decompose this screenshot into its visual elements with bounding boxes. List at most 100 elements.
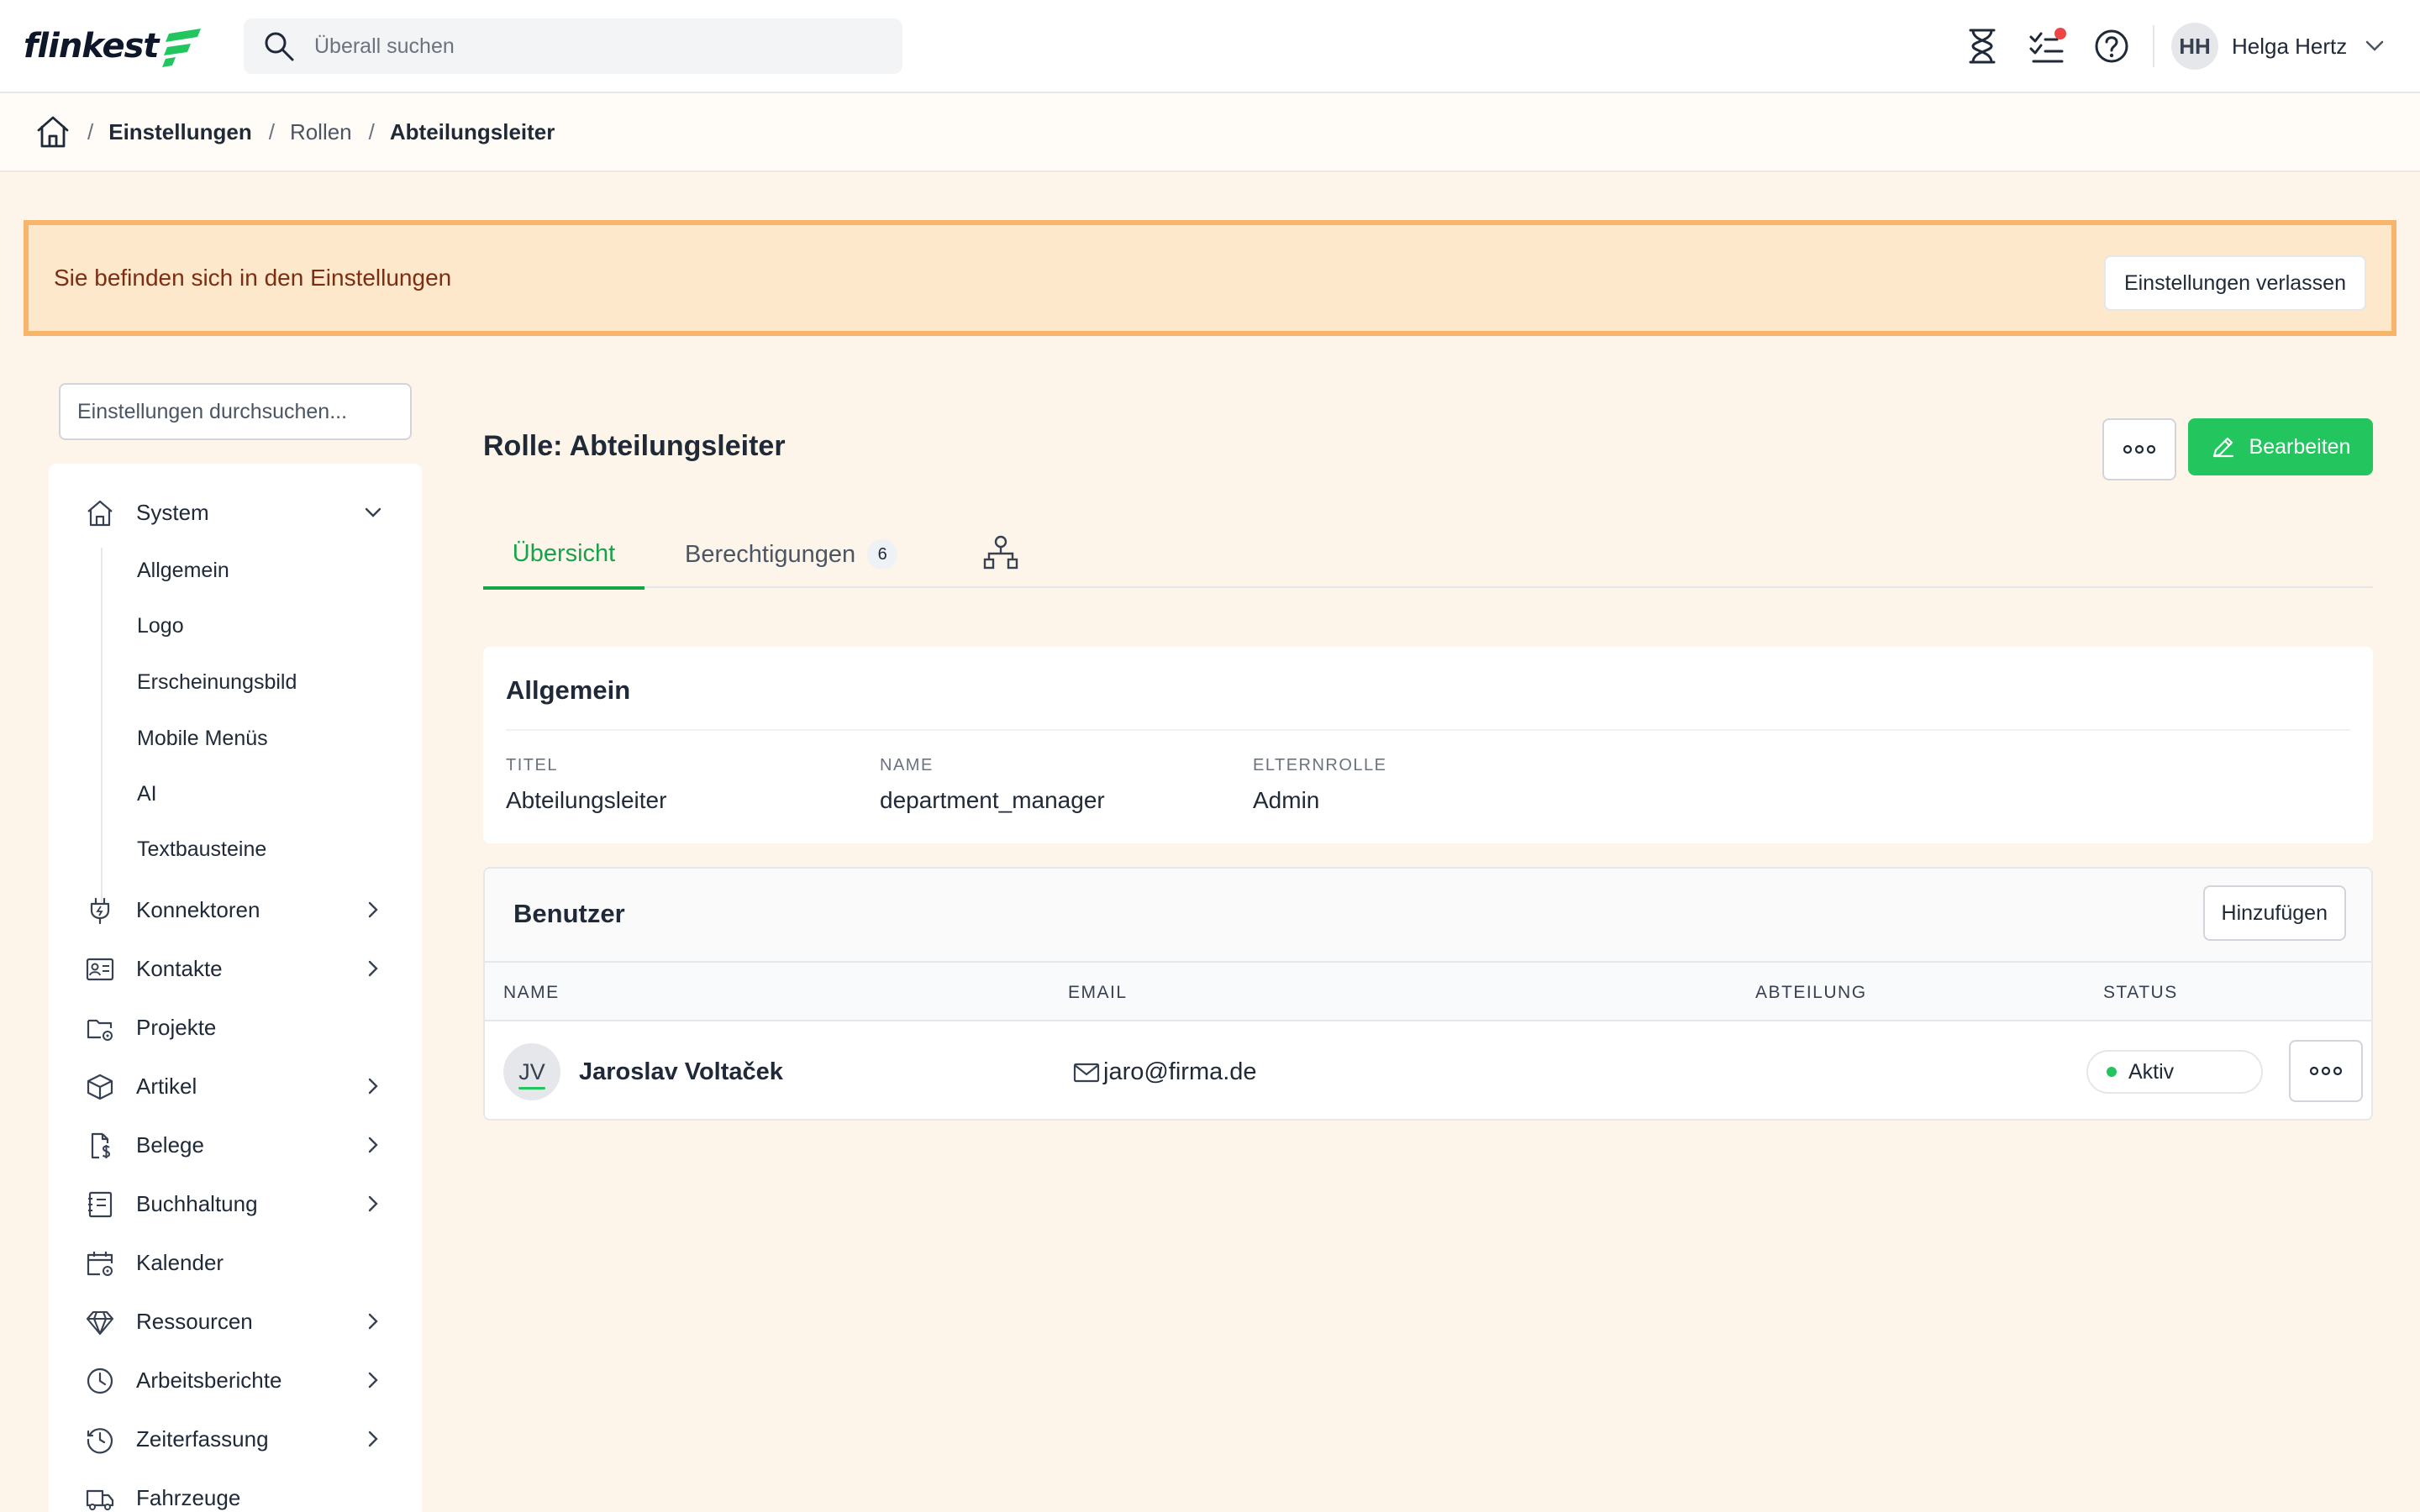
exit-settings-button[interactable]: Einstellungen verlassen	[2103, 255, 2366, 311]
chevron-right-icon	[368, 1137, 378, 1153]
global-search-input[interactable]	[314, 34, 852, 59]
tasks-button[interactable]	[2027, 25, 2069, 67]
sidebar-item-konnektoren[interactable]: Konnektoren	[49, 886, 422, 933]
help-icon	[2095, 29, 2128, 63]
sidebar-item-arbeitsberichte[interactable]: Arbeitsberichte	[49, 1357, 422, 1404]
pencil-icon	[2212, 437, 2233, 458]
users-table-header: NAME EMAIL ABTEILUNG STATUS	[485, 961, 2371, 1021]
column-header-email[interactable]: EMAIL	[1068, 983, 1128, 1003]
tab-permissions[interactable]: Berechtigungen 6	[685, 521, 898, 588]
truck-icon	[86, 1489, 114, 1510]
sidebar-item-label: Artikel	[136, 1073, 197, 1099]
tab-overview[interactable]: Übersicht	[483, 521, 644, 590]
field-value: department_manager	[880, 787, 1105, 813]
chevron-down-icon	[2366, 40, 2384, 51]
avatar-initials: JV	[518, 1058, 545, 1084]
sidebar-item-label: Arbeitsberichte	[136, 1367, 282, 1393]
page-title: Rolle: Abteilungsleiter	[483, 430, 786, 462]
ledger-icon	[88, 1191, 113, 1218]
chevron-down-icon	[365, 507, 381, 517]
sidebar-item-projekte[interactable]: Projekte	[49, 1004, 422, 1051]
avatar-underline	[518, 1087, 545, 1089]
column-header-department[interactable]: ABTEILUNG	[1755, 983, 1867, 1003]
app-logo[interactable]: flinkest	[24, 25, 204, 67]
sidebar-subitem-allgemein[interactable]: Allgemein	[137, 559, 229, 583]
breadcrumb-einstellungen[interactable]: Einstellungen	[108, 119, 251, 145]
sidebar-subitem-mobile-menus[interactable]: Mobile Menüs	[137, 727, 268, 751]
breadcrumb-rollen[interactable]: Rollen	[290, 119, 352, 145]
sidebar-item-zeiterfassung[interactable]: Zeiterfassung	[49, 1415, 422, 1462]
sidebar-subitem-ai[interactable]: AI	[137, 782, 157, 806]
sidebar-item-fahrzeuge[interactable]: Fahrzeuge	[49, 1474, 422, 1512]
user-menu[interactable]: HH Helga Hertz	[2171, 22, 2384, 71]
mail-icon	[1073, 1063, 1100, 1082]
breadcrumb-separator: /	[268, 118, 275, 144]
column-header-status[interactable]: STATUS	[2103, 983, 2178, 1003]
sidebar-item-label: Fahrzeuge	[136, 1484, 241, 1510]
sidebar-item-kontakte[interactable]: Kontakte	[49, 945, 422, 992]
hourglass-button[interactable]	[1961, 25, 2003, 67]
status-badge: Aktiv	[2086, 1050, 2263, 1094]
help-button[interactable]	[2091, 25, 2133, 67]
email-text: jaro@firma.de	[1103, 1058, 1257, 1085]
field-label: TITEL	[506, 756, 558, 774]
user-row-email[interactable]: jaro@firma.de	[1073, 1058, 1257, 1086]
permissions-count-badge: 6	[867, 539, 898, 570]
tasks-icon	[2029, 28, 2066, 63]
top-bar: flinkest Überall suchen HH Helga Hertz	[0, 0, 2420, 93]
edit-button-label: Bearbeiten	[2249, 434, 2351, 459]
add-user-button[interactable]: Hinzufügen	[2202, 885, 2346, 941]
global-search[interactable]	[244, 18, 902, 74]
sidebar-item-system[interactable]: System	[49, 489, 422, 536]
chevron-right-icon	[368, 1431, 378, 1447]
sidebar-subitem-textbausteine[interactable]: Textbausteine	[137, 837, 266, 862]
notification-dot	[2054, 28, 2066, 39]
diamond-icon	[86, 1310, 114, 1336]
tab-hierarchy[interactable]	[974, 526, 1028, 580]
sidebar-item-belege[interactable]: Belege	[49, 1121, 422, 1168]
document-dollar-icon	[91, 1132, 111, 1159]
tab-label: Berechtigungen	[685, 540, 856, 568]
plug-icon	[90, 897, 110, 925]
sidebar-subitem-logo[interactable]: Logo	[137, 614, 184, 638]
field-name: NAME department_manager	[880, 756, 1105, 814]
chevron-right-icon	[368, 1195, 378, 1212]
field-value[interactable]: Admin	[1253, 787, 1387, 814]
edit-button[interactable]: Bearbeiten	[2188, 418, 2373, 475]
hourglass-icon	[1969, 29, 1996, 64]
chevron-right-icon	[368, 1372, 378, 1389]
settings-sidebar: System Allgemein Logo Erscheinungsbild M…	[49, 464, 422, 1512]
sidebar-item-label: Konnektoren	[136, 896, 260, 922]
more-horizontal-icon	[2309, 1066, 2343, 1076]
sidebar-item-buchhaltung[interactable]: Buchhaltung	[49, 1180, 422, 1227]
more-horizontal-icon	[2123, 444, 2156, 454]
breadcrumb-home[interactable]	[35, 114, 71, 150]
card-divider	[506, 729, 2350, 731]
chevron-right-icon	[368, 1078, 378, 1095]
field-label: NAME	[880, 756, 934, 774]
sidebar-subitem-erscheinungsbild[interactable]: Erscheinungsbild	[137, 670, 297, 695]
tab-label: Übersicht	[512, 539, 616, 567]
submenu-guide-line	[101, 548, 103, 902]
user-avatar: HH	[2171, 23, 2218, 70]
general-card: Allgemein TITEL Abteilungsleiter NAME de…	[483, 647, 2373, 843]
user-row-name[interactable]: Jaroslav Voltaček	[579, 1058, 783, 1086]
chevron-right-icon	[368, 960, 378, 977]
contact-card-icon	[86, 958, 114, 981]
box-icon	[87, 1074, 113, 1100]
more-actions-button[interactable]	[2102, 418, 2176, 480]
settings-search-input[interactable]	[59, 383, 412, 440]
breadcrumb-separator: /	[87, 118, 94, 144]
history-icon	[87, 1428, 113, 1454]
users-card-header: Benutzer Hinzufügen	[485, 869, 2371, 961]
column-header-name[interactable]: NAME	[503, 983, 560, 1003]
sidebar-item-artikel[interactable]: Artikel	[49, 1063, 422, 1110]
table-row[interactable]: JV Jaroslav Voltaček jaro@firma.de Aktiv	[485, 1021, 2371, 1119]
row-actions-button[interactable]	[2289, 1040, 2363, 1102]
status-dot	[2107, 1067, 2117, 1077]
topbar-divider	[2153, 25, 2154, 67]
sidebar-item-kalender[interactable]: Kalender	[49, 1239, 422, 1286]
sidebar-item-ressourcen[interactable]: Ressourcen	[49, 1298, 422, 1345]
user-name: Helga Hertz	[2232, 33, 2348, 59]
logo-text: flinkest	[24, 27, 160, 66]
